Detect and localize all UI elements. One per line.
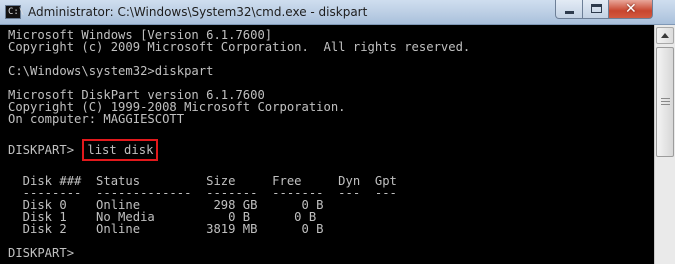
grip-icon — [661, 98, 670, 105]
console-line: On computer: MAGGIESCOTT — [8, 112, 185, 126]
close-button[interactable]: ✕ — [608, 0, 653, 19]
diskpart-prompt-current: DISKPART> — [8, 246, 82, 260]
scrollbar-thumb[interactable] — [656, 47, 674, 157]
highlighted-command: list disk — [82, 139, 159, 161]
console-line: Copyright (c) 2009 Microsoft Corporation… — [8, 40, 471, 54]
console-line: C:\Windows\system32>diskpart — [8, 64, 214, 78]
maximize-icon — [591, 4, 602, 13]
vertical-scrollbar[interactable] — [654, 25, 675, 264]
console-lines-before: Microsoft Windows [Version 6.1.7600] Cop… — [8, 29, 654, 137]
disk-row: Disk 2 Online 3819 MB 0 B — [8, 222, 324, 236]
minimize-button[interactable] — [555, 0, 583, 19]
diskpart-prompt: DISKPART> — [8, 143, 82, 157]
close-icon: ✕ — [625, 1, 637, 17]
cmd-app-icon[interactable]: C:\ — [5, 5, 25, 19]
console-lines-after: Disk ### Status Size Free Dyn Gpt ------… — [8, 163, 654, 259]
maximize-button[interactable] — [582, 0, 609, 19]
console-output[interactable]: Microsoft Windows [Version 6.1.7600] Cop… — [0, 25, 654, 264]
minimize-icon — [565, 11, 574, 14]
cmd-app-icon-glyph: C:\ — [8, 7, 25, 17]
scroll-up-button[interactable] — [656, 27, 674, 44]
window-title: Administrator: C:\Windows\System32\cmd.e… — [28, 5, 368, 19]
command-line: DISKPART> list disk — [8, 137, 654, 163]
title-bar[interactable]: C:\ Administrator: C:\Windows\System32\c… — [0, 0, 675, 25]
scroll-up-arrow-icon — [661, 33, 669, 38]
